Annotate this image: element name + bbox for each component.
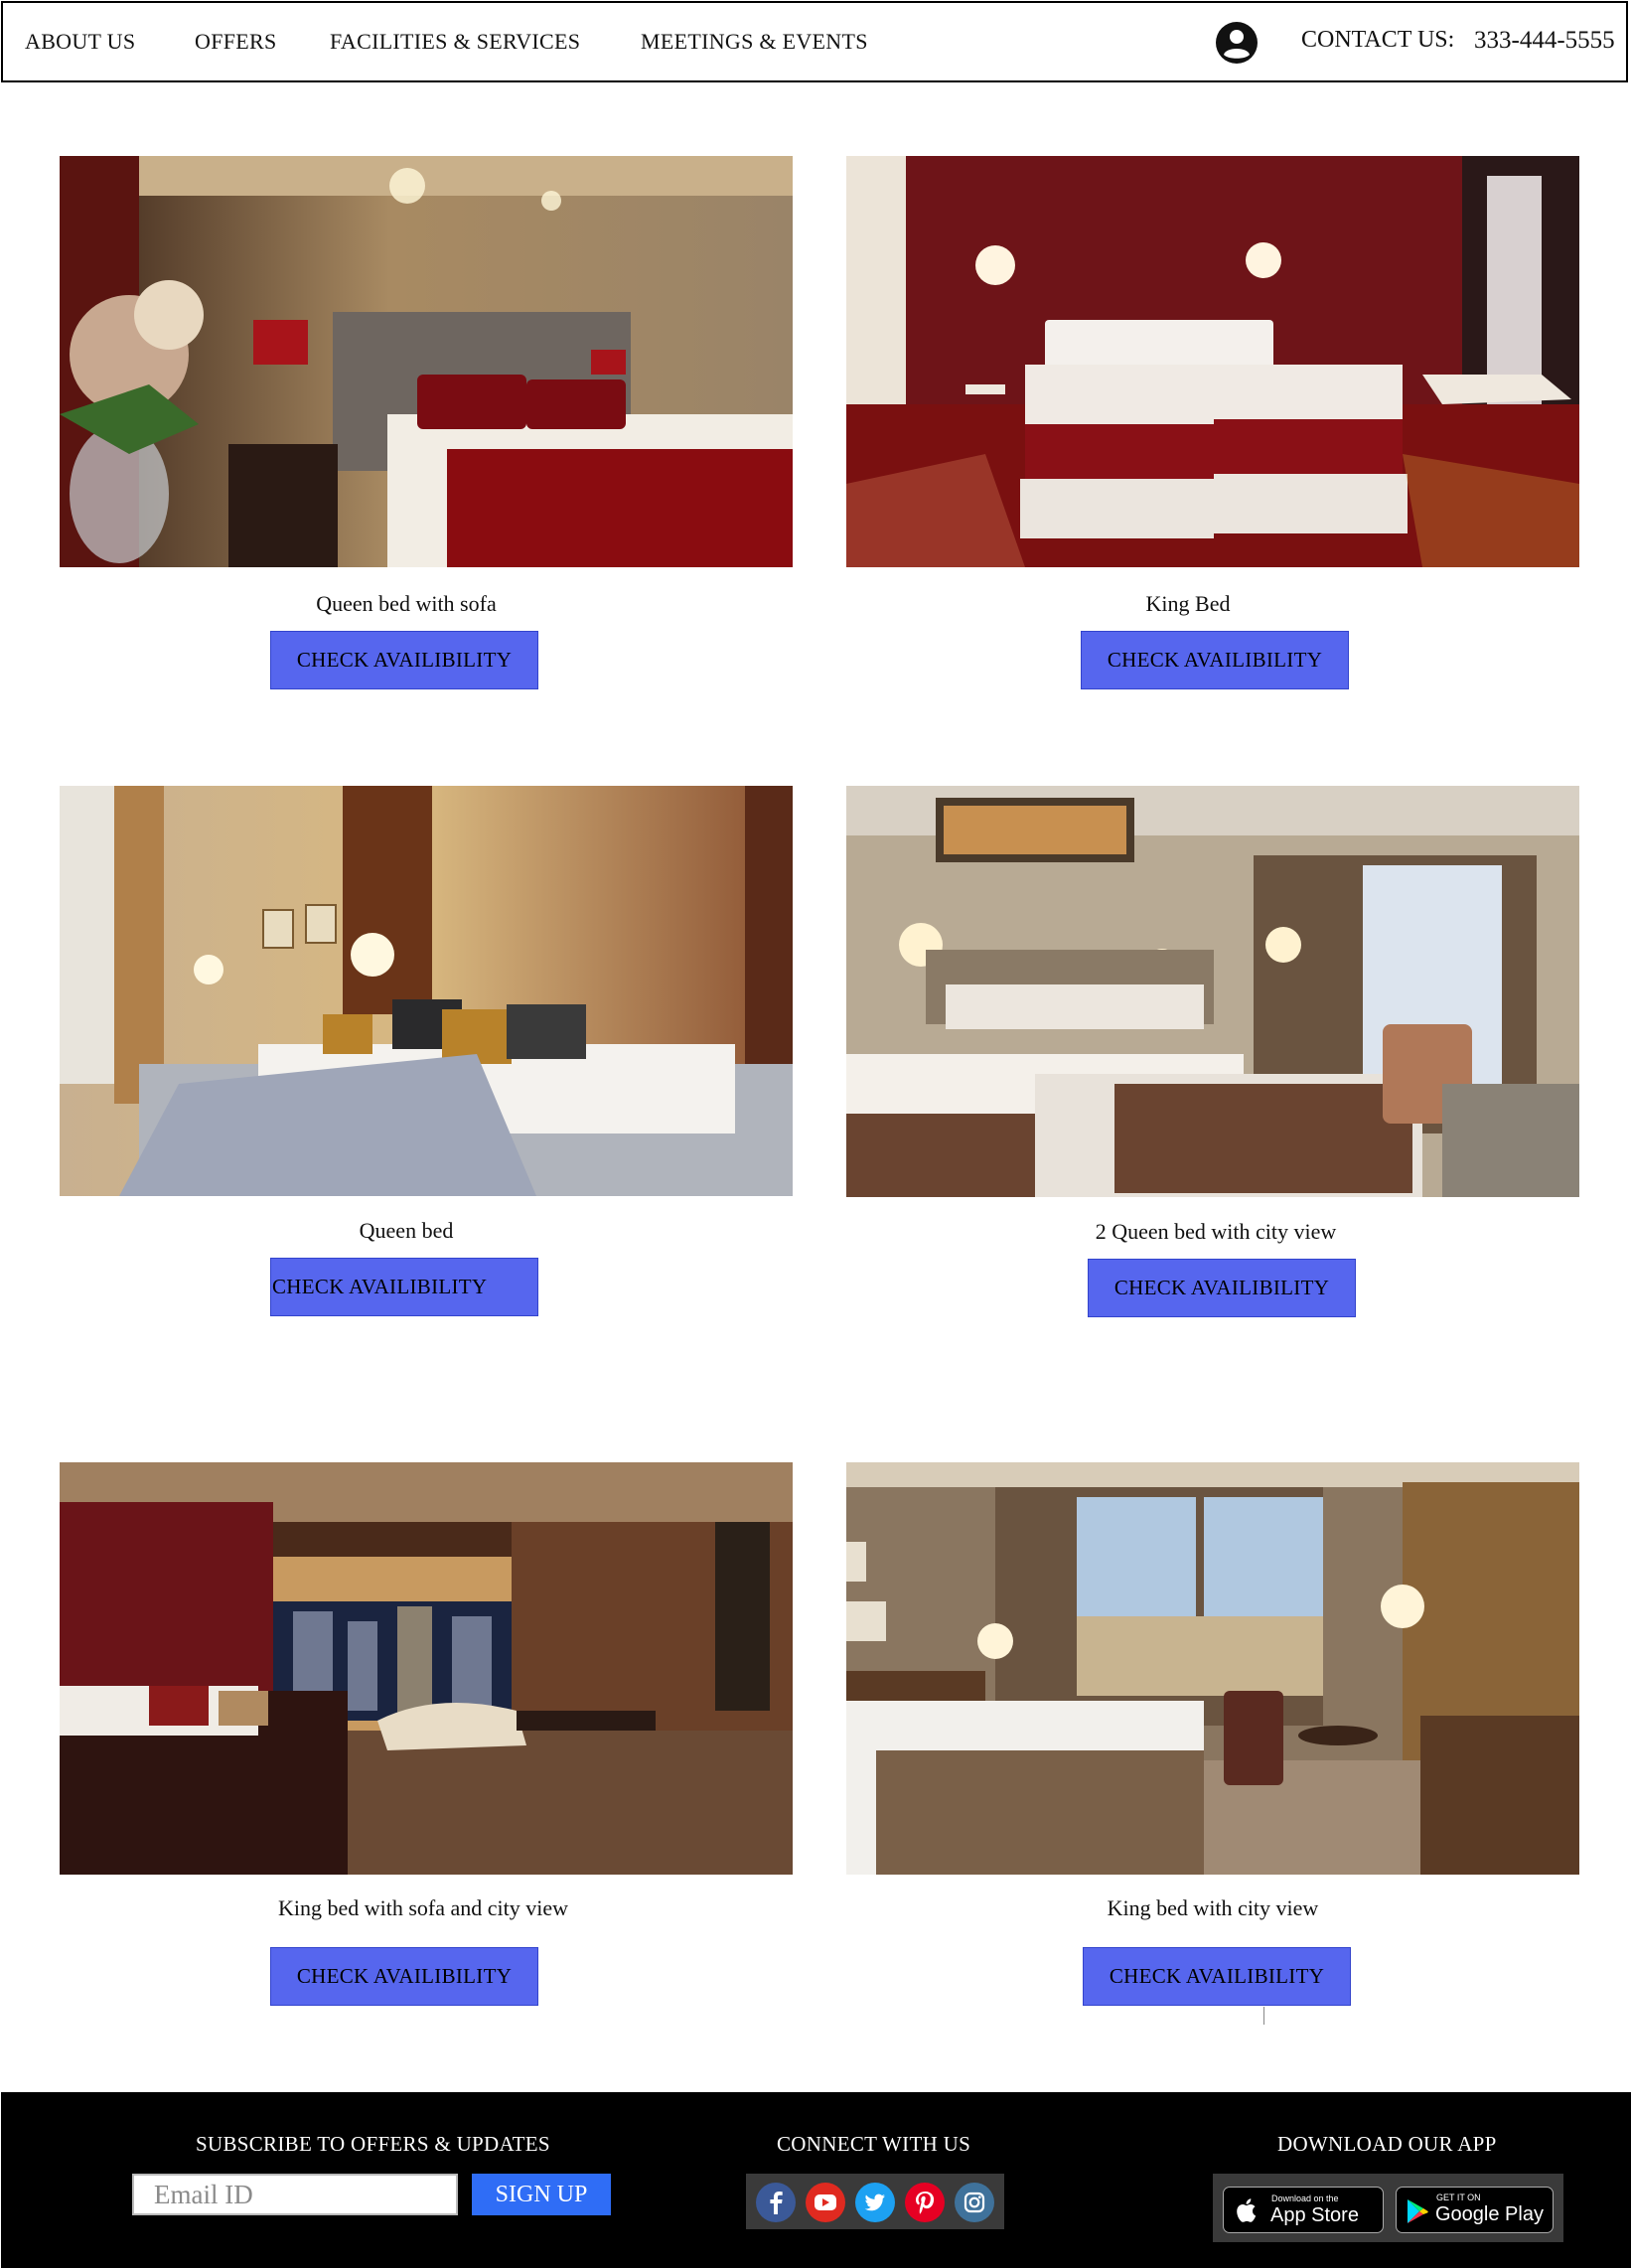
room-photo-queen-bed[interactable] xyxy=(60,786,793,1196)
nav-offers[interactable]: OFFERS xyxy=(195,29,277,55)
facebook-icon[interactable] xyxy=(756,2183,796,2222)
check-availability-button[interactable]: CHECK AVAILIBILITY xyxy=(270,631,538,689)
apple-icon xyxy=(1237,2198,1257,2222)
footer: SUBSCRIBE TO OFFERS & UPDATES SIGN UP CO… xyxy=(1,2092,1631,2268)
social-links xyxy=(746,2174,1004,2229)
room-photo-king-city-view[interactable] xyxy=(846,1462,1579,1875)
connect-heading: CONNECT WITH US xyxy=(777,2132,971,2156)
contact-phone[interactable]: 333-444-5555 xyxy=(1474,27,1615,55)
room-name: King bed with sofa and city view xyxy=(277,1895,569,1920)
room-photo-king-sofa-city-view[interactable] xyxy=(60,1462,793,1875)
nav-meetings-events[interactable]: MEETINGS & EVENTS xyxy=(641,29,868,55)
room-name: King Bed xyxy=(1145,591,1231,616)
google-play-text: Google Play xyxy=(1435,2203,1544,2225)
check-availability-button[interactable]: CHECK AVAILIBILITY xyxy=(1083,1947,1351,2006)
nav-about-us[interactable]: ABOUT US xyxy=(25,29,135,55)
room-photo-king-bed[interactable] xyxy=(846,156,1579,567)
check-availability-button[interactable]: CHECK AVAILIBILITY xyxy=(1088,1259,1356,1317)
contact-label: CONTACT US: xyxy=(1301,27,1455,53)
email-input[interactable] xyxy=(132,2174,458,2215)
check-availability-button[interactable]: CHECK AVAILIBILITY xyxy=(270,1947,538,2006)
google-play-badge[interactable]: GET IT ON Google Play xyxy=(1396,2187,1554,2233)
instagram-icon[interactable] xyxy=(955,2183,994,2222)
app-store-badge[interactable]: Download on the App Store xyxy=(1223,2187,1384,2233)
check-availability-button[interactable]: CHECK AVAILIBILITY xyxy=(270,1258,538,1316)
room-photo-queen-sofa[interactable] xyxy=(60,156,793,567)
sign-up-button[interactable]: SIGN UP xyxy=(472,2174,611,2215)
app-download-links: Download on the App Store GET IT ON Goog… xyxy=(1213,2174,1563,2242)
check-availability-button[interactable]: CHECK AVAILIBILITY xyxy=(1081,631,1349,689)
twitter-icon[interactable] xyxy=(855,2183,895,2222)
room-name: King bed with city view xyxy=(1107,1895,1319,1920)
top-navigation: ABOUT US OFFERS FACILITIES & SERVICES ME… xyxy=(1,1,1628,82)
room-name: Queen bed xyxy=(359,1218,454,1243)
nav-facilities-services[interactable]: FACILITIES & SERVICES xyxy=(330,29,580,55)
room-photo-2-queen-city-view[interactable] xyxy=(846,786,1579,1197)
subscribe-heading: SUBSCRIBE TO OFFERS & UPDATES xyxy=(196,2132,550,2156)
play-store-icon xyxy=(1408,2199,1428,2223)
divider-line xyxy=(1263,2007,1264,2025)
user-account-icon[interactable] xyxy=(1215,21,1259,65)
room-name: 2 Queen bed with city view xyxy=(1095,1219,1337,1244)
pinterest-icon[interactable] xyxy=(905,2183,945,2222)
download-app-heading: DOWNLOAD OUR APP xyxy=(1277,2132,1497,2156)
app-store-text: App Store xyxy=(1270,2204,1359,2226)
app-store-small-text: Download on the xyxy=(1271,2193,1339,2203)
google-play-small-text: GET IT ON xyxy=(1436,2192,1481,2202)
youtube-icon[interactable] xyxy=(806,2183,845,2222)
room-name: Queen bed with sofa xyxy=(316,591,497,616)
